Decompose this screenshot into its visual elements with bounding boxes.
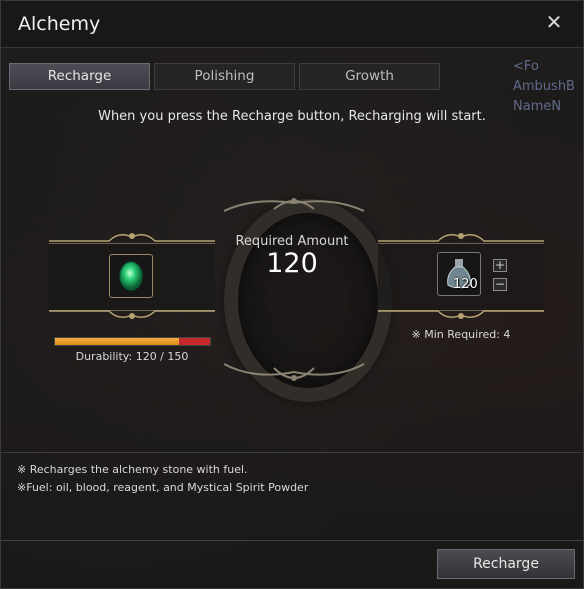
durability-lost [179, 338, 210, 345]
nameplate: <Fo [513, 59, 539, 74]
notes-divider [1, 452, 583, 453]
tab-growth[interactable]: Growth [299, 63, 440, 90]
tab-recharge[interactable]: Recharge [9, 63, 150, 90]
fuel-panel-top-ornament [378, 233, 544, 242]
background-nameplates: <Fo AmbushB NameN [513, 57, 583, 117]
tab-polishing[interactable]: Polishing [154, 63, 295, 90]
title-bar[interactable]: Alchemy ✕ [1, 1, 583, 48]
footer-divider [1, 540, 583, 541]
ring-top-ornament [223, 198, 365, 212]
stone-panel-top-ornament [49, 233, 215, 242]
nameplate: AmbushB [513, 79, 575, 94]
required-amount-label: Required Amount [235, 234, 349, 249]
increase-fuel-button[interactable]: + [493, 259, 507, 272]
fuel-panel-bottom-ornament [378, 310, 544, 319]
durability-fill [55, 338, 179, 345]
note-line: ※Fuel: oil, blood, reagent, and Mystical… [17, 481, 309, 494]
durability-text: Durability: 120 / 150 [75, 350, 189, 363]
alchemy-window: Alchemy ✕ <Fo AmbushB NameN Recharge Pol… [0, 0, 584, 589]
decrease-fuel-button[interactable]: − [493, 278, 507, 291]
note-line: ※ Recharges the alchemy stone with fuel. [17, 463, 248, 476]
ring-bottom-ornament [223, 363, 365, 381]
instruction-text: When you press the Recharge button, Rech… [98, 109, 486, 124]
min-required-text: ※ Min Required: 4 [411, 328, 511, 341]
alchemy-stone-icon [119, 261, 143, 291]
alchemy-stone-slot[interactable] [109, 254, 153, 298]
stone-panel-bottom-ornament [49, 310, 215, 319]
required-amount-value: 120 [266, 248, 318, 279]
close-icon[interactable]: ✕ [543, 11, 565, 33]
durability-bar [54, 337, 211, 346]
recharge-button[interactable]: Recharge [437, 549, 575, 579]
window-title: Alchemy [18, 13, 101, 35]
fuel-count: 120 [453, 277, 478, 292]
